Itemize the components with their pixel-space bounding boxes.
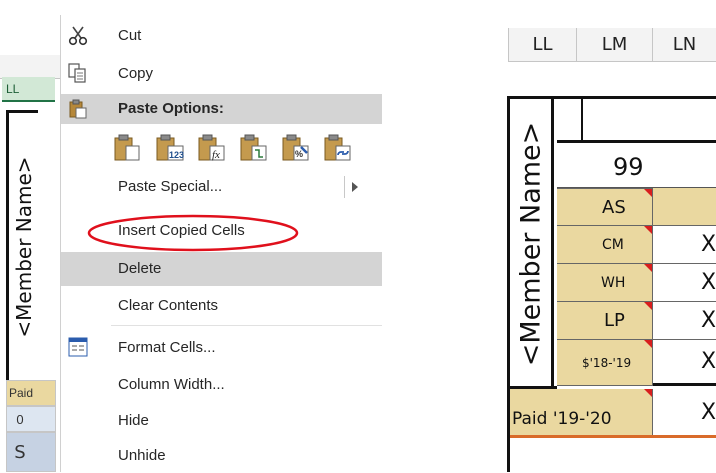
member-name-label-right: <Member Name>: [515, 121, 546, 367]
code-cell-wh[interactable]: WH: [557, 264, 653, 302]
mark-value: X: [701, 270, 716, 295]
column-header-ln[interactable]: LN: [653, 28, 716, 62]
submenu-divider: [344, 176, 345, 198]
code-label: CM: [602, 236, 624, 253]
s-value: S: [14, 441, 26, 463]
number-cell[interactable]: 99: [557, 146, 716, 188]
menu-item-column-width[interactable]: Column Width...: [61, 368, 382, 402]
mark-cell-lp[interactable]: X: [653, 302, 716, 340]
menu-item-cut[interactable]: Cut: [61, 19, 382, 53]
code-label: AS: [602, 196, 626, 218]
menu-label-format-cells: Format Cells...: [118, 339, 216, 356]
column-header-label: LL: [532, 34, 553, 55]
member-name-label: <Member Name>: [11, 155, 36, 338]
menu-item-copy[interactable]: Copy: [61, 57, 382, 91]
highlight-ellipse: [87, 214, 299, 252]
code-cell-lp[interactable]: LP: [557, 302, 653, 340]
menu-label-copy: Copy: [118, 65, 154, 82]
left-top-strip: [0, 0, 60, 55]
column-header-label: LL: [6, 81, 20, 96]
zero-cell[interactable]: 0: [6, 406, 56, 432]
paid-cell-right[interactable]: Paid '19-'20: [510, 389, 653, 435]
mark-cell-as[interactable]: [653, 188, 716, 226]
code-cell-cm[interactable]: CM: [557, 226, 653, 264]
column-header-ll-right[interactable]: LL: [508, 28, 577, 62]
paste-formulas-icon[interactable]: fx: [197, 133, 227, 163]
mark-value: X: [701, 399, 716, 425]
s-cell[interactable]: S: [6, 432, 56, 472]
menu-item-hide[interactable]: Hide: [61, 404, 382, 438]
column-header-label: LM: [601, 34, 628, 55]
menu-label-paste-options: Paste Options:: [118, 100, 224, 117]
code-label: WH: [601, 274, 626, 291]
mark-value: X: [701, 232, 716, 257]
paste-formatting-icon[interactable]: %: [281, 133, 311, 163]
left-header-band: [0, 55, 60, 79]
paid-label: Paid: [9, 386, 34, 400]
code-label: $'18-'19: [582, 355, 632, 370]
copy-icon: [67, 62, 89, 84]
menu-item-delete[interactable]: Delete: [61, 252, 382, 286]
menu-item-unhide[interactable]: Unhide: [61, 439, 382, 473]
menu-item-clear-contents[interactable]: Clear Contents: [61, 289, 382, 323]
mark-value: X: [701, 308, 716, 333]
svg-text:%: %: [295, 149, 303, 159]
menu-label-hide: Hide: [118, 412, 149, 429]
paid-label-right: Paid '19-'20: [512, 409, 612, 429]
column-header-ll[interactable]: LL: [2, 77, 55, 102]
code-label: LP: [604, 310, 625, 331]
menu-item-format-cells[interactable]: Format Cells...: [61, 331, 382, 365]
svg-text:123: 123: [169, 150, 184, 160]
sheet-bottom-strip: [510, 435, 716, 438]
member-name-cell-right[interactable]: <Member Name>: [510, 99, 554, 389]
mark-cell-cm[interactable]: X: [653, 226, 716, 264]
member-name-cell[interactable]: <Member Name>: [6, 110, 38, 380]
column-header-lm[interactable]: LM: [577, 28, 653, 62]
paste-transpose-icon[interactable]: [239, 133, 269, 163]
header-blank-cell: [557, 99, 581, 143]
paid-cell[interactable]: Paid: [6, 380, 56, 406]
menu-label-unhide: Unhide: [118, 447, 166, 464]
paste-values-icon[interactable]: 123: [155, 133, 185, 163]
menu-item-paste-special[interactable]: Paste Special...: [61, 171, 382, 203]
paste-link-icon[interactable]: [323, 133, 353, 163]
menu-label-cut: Cut: [118, 27, 142, 44]
menu-label-column-width: Column Width...: [118, 376, 225, 393]
header-blank-cell-2: [581, 99, 716, 143]
number-value: 99: [613, 152, 644, 181]
format-cells-icon: [67, 336, 89, 358]
context-menu: Cut Copy Paste Options: 123 fx % Paste S…: [60, 15, 382, 473]
menu-label-clear-contents: Clear Contents: [118, 297, 219, 314]
paste-icons-row: 123 fx %: [61, 124, 382, 168]
mark-cell-season[interactable]: X: [653, 340, 716, 386]
menu-label-paste-special: Paste Special...: [118, 178, 223, 195]
mark-cell-wh[interactable]: X: [653, 264, 716, 302]
paste-options-header: Paste Options:: [61, 94, 382, 124]
code-cell-as[interactable]: AS: [557, 188, 653, 226]
menu-separator: [111, 325, 382, 326]
mark-value: X: [701, 349, 716, 374]
chevron-right-icon: [352, 182, 358, 192]
menu-label-delete: Delete: [118, 260, 162, 277]
paid-mark-cell[interactable]: X: [653, 389, 716, 435]
clipboard-icon: [67, 98, 89, 120]
column-header-label: LN: [672, 34, 697, 55]
svg-text:fx: fx: [212, 149, 220, 161]
code-cell-season[interactable]: $'18-'19: [557, 340, 653, 386]
paste-icon[interactable]: [113, 133, 143, 163]
zero-value: 0: [16, 411, 24, 427]
scissors-icon: [67, 25, 89, 47]
